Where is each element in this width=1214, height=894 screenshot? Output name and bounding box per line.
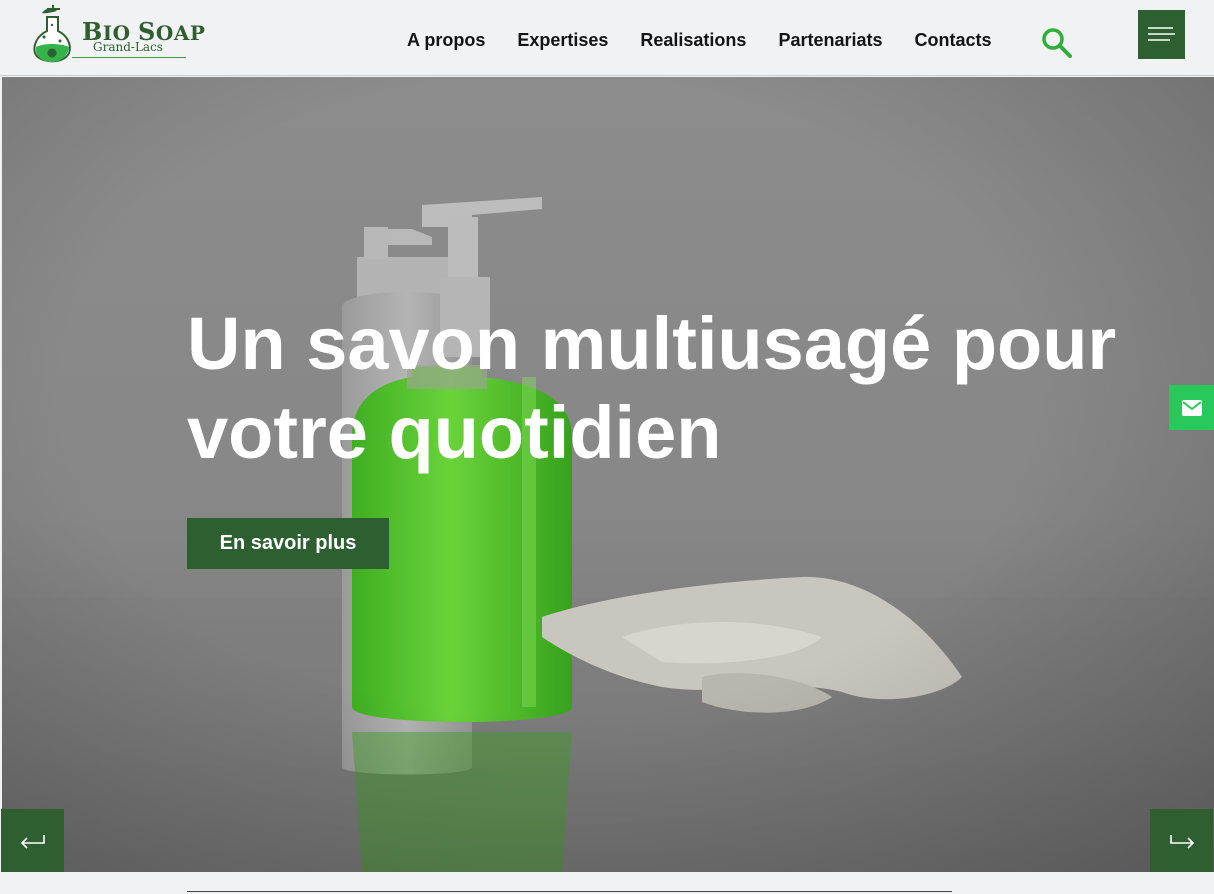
nav-item-a-propos[interactable]: A propos <box>407 30 485 51</box>
mail-button[interactable] <box>1169 385 1214 430</box>
search-icon <box>1042 28 1072 58</box>
search-button[interactable] <box>1040 26 1074 58</box>
nav-item-expertises[interactable]: Expertises <box>517 30 608 51</box>
hero-title: Un savon multiusagé pour votre quotidien <box>187 302 1117 474</box>
bio-soap-logo[interactable]: BIO SOAP Grand-Lacs <box>30 3 205 67</box>
nav-item-contacts[interactable]: Contacts <box>915 30 992 51</box>
arrow-left-return-icon <box>20 834 45 849</box>
mail-icon <box>1181 399 1202 416</box>
hero-slide: Un savon multiusagé pour votre quotidien… <box>2 77 1214 872</box>
main-nav: A propos Expertises Realisations Partena… <box>407 30 1024 51</box>
hamburger-menu-icon <box>1148 27 1175 41</box>
page: BIO SOAP Grand-Lacs A propos Expertises … <box>0 0 1214 894</box>
logo-brand-rest-2: OAP <box>155 21 206 45</box>
site-header: BIO SOAP Grand-Lacs A propos Expertises … <box>0 0 1214 76</box>
nav-item-realisations[interactable]: Realisations <box>640 30 746 51</box>
logo-underline <box>72 57 186 58</box>
slider-prev-button[interactable] <box>1 809 64 872</box>
en-savoir-plus-button[interactable]: En savoir plus <box>187 518 389 569</box>
menu-button[interactable] <box>1138 10 1185 59</box>
section-divider <box>187 891 952 892</box>
arrow-right-return-icon <box>1169 834 1194 849</box>
nav-item-partenariats[interactable]: Partenariats <box>778 30 882 51</box>
flask-logo-icon <box>33 5 71 63</box>
logo-subtitle: Grand-Lacs <box>93 40 163 54</box>
slider-next-button[interactable] <box>1150 809 1213 872</box>
